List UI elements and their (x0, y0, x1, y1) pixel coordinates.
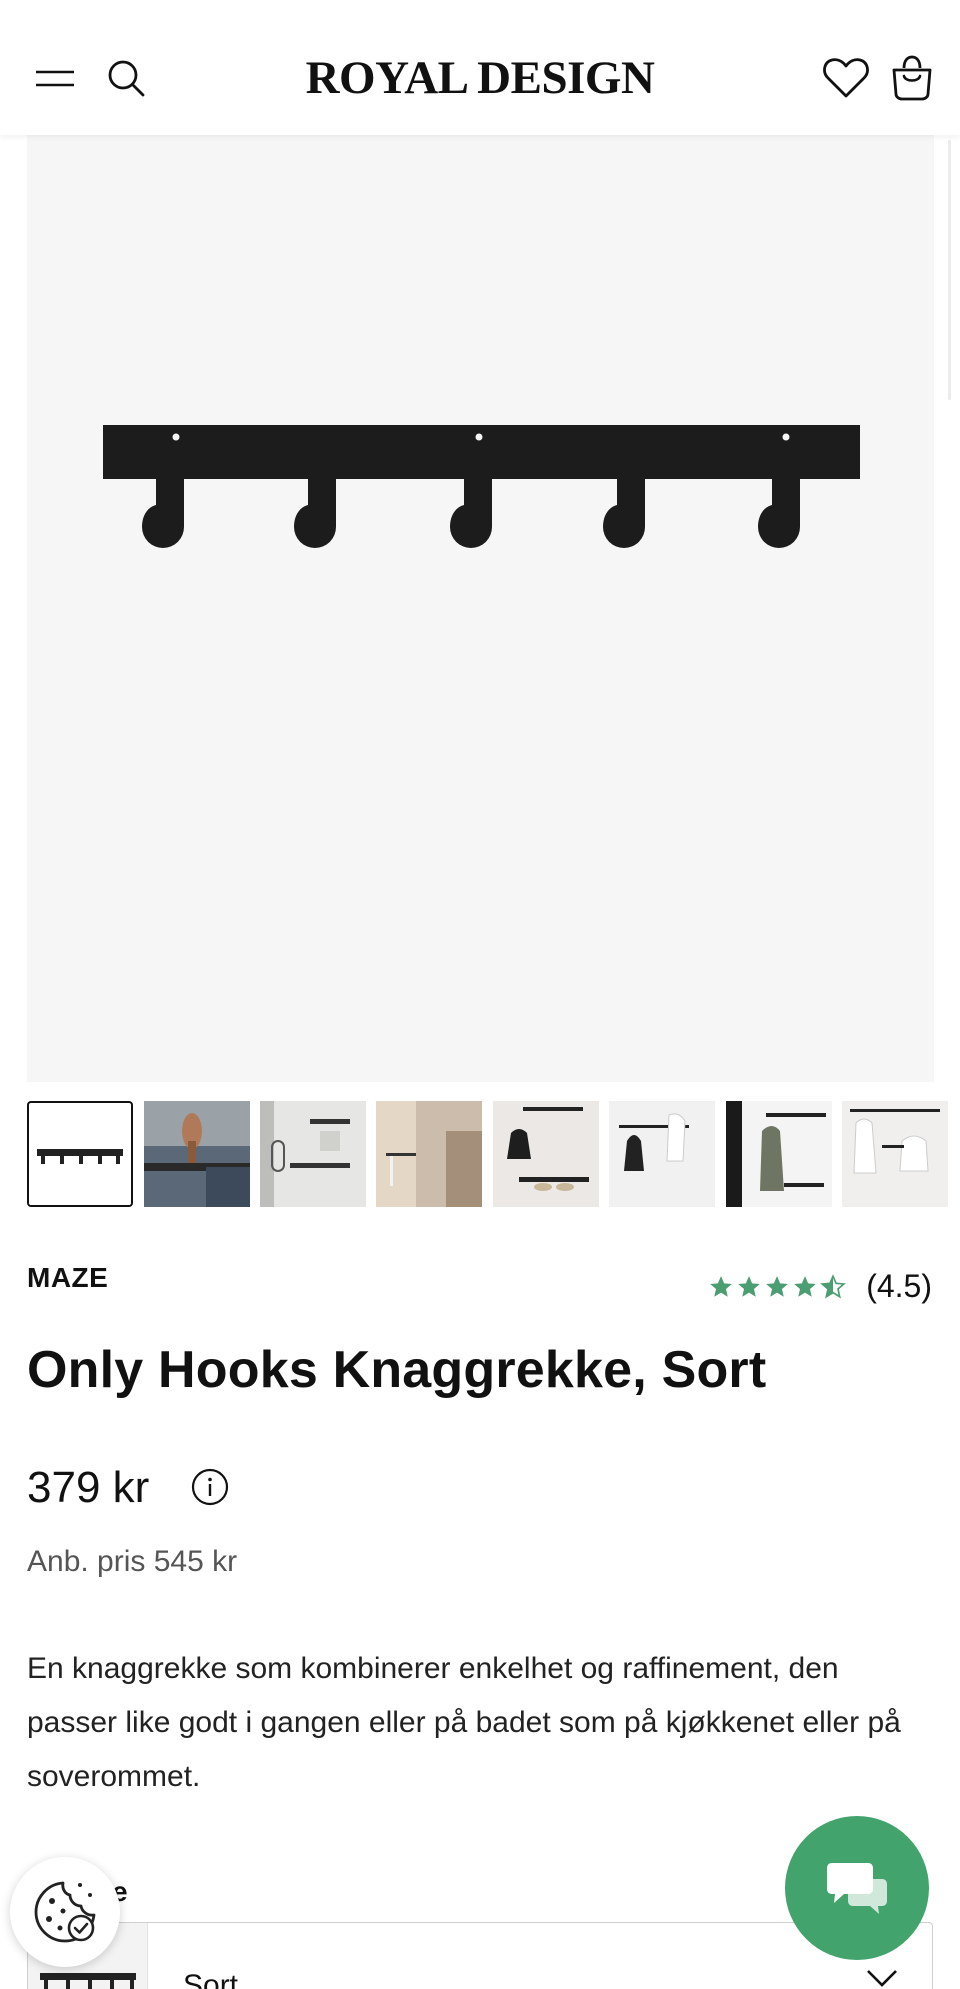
product-title: Only Hooks Knaggrekke, Sort (27, 1341, 767, 1399)
rating-value: (4.5) (866, 1268, 932, 1304)
rating-stars (708, 1273, 847, 1300)
star-icon (794, 1275, 817, 1297)
half-star-icon (820, 1273, 847, 1298)
info-icon[interactable] (190, 1467, 230, 1507)
thumbnail-3[interactable] (260, 1101, 366, 1207)
hook-rack-graphic (103, 425, 860, 548)
thumbnail-6[interactable] (609, 1101, 715, 1207)
star-icon (710, 1275, 733, 1297)
recommended-price: Anb. pris 545 kr (27, 1545, 238, 1578)
product-main-image[interactable] (27, 135, 934, 1082)
search-icon[interactable] (100, 52, 152, 104)
thumbnail-5[interactable] (493, 1101, 599, 1207)
brand-logo[interactable]: ROYAL DESIGN (240, 50, 720, 106)
bag-icon[interactable] (884, 50, 940, 106)
cookie-settings-button[interactable] (10, 1857, 120, 1967)
cookie-icon (34, 1881, 96, 1943)
chevron-down-icon (867, 1970, 897, 1987)
product-brand[interactable]: MAZE (27, 1262, 108, 1294)
gallery-scrollbar[interactable] (948, 140, 951, 400)
site-header: ROYAL DESIGN (0, 0, 960, 135)
color-select[interactable]: Sort (27, 1922, 933, 1989)
thumbnail-8[interactable] (842, 1101, 948, 1207)
product-price: 379 kr (27, 1463, 150, 1512)
thumbnail-4[interactable] (376, 1101, 482, 1207)
chat-icon (827, 1863, 887, 1914)
star-icon (766, 1275, 789, 1297)
chat-button[interactable] (785, 1816, 929, 1960)
thumbnail-strip (27, 1101, 960, 1207)
thumbnail-7[interactable] (726, 1101, 832, 1207)
product-rating[interactable]: (4.5) (708, 1268, 932, 1305)
color-select-value: Sort (183, 1969, 239, 1989)
thumbnail-1[interactable] (27, 1101, 133, 1207)
product-description: En knaggrekke som kombinerer enkelhet og… (27, 1652, 901, 1793)
heart-icon[interactable] (818, 50, 874, 106)
star-icon (738, 1275, 761, 1297)
menu-icon[interactable] (30, 58, 80, 98)
thumbnail-2[interactable] (144, 1101, 250, 1207)
